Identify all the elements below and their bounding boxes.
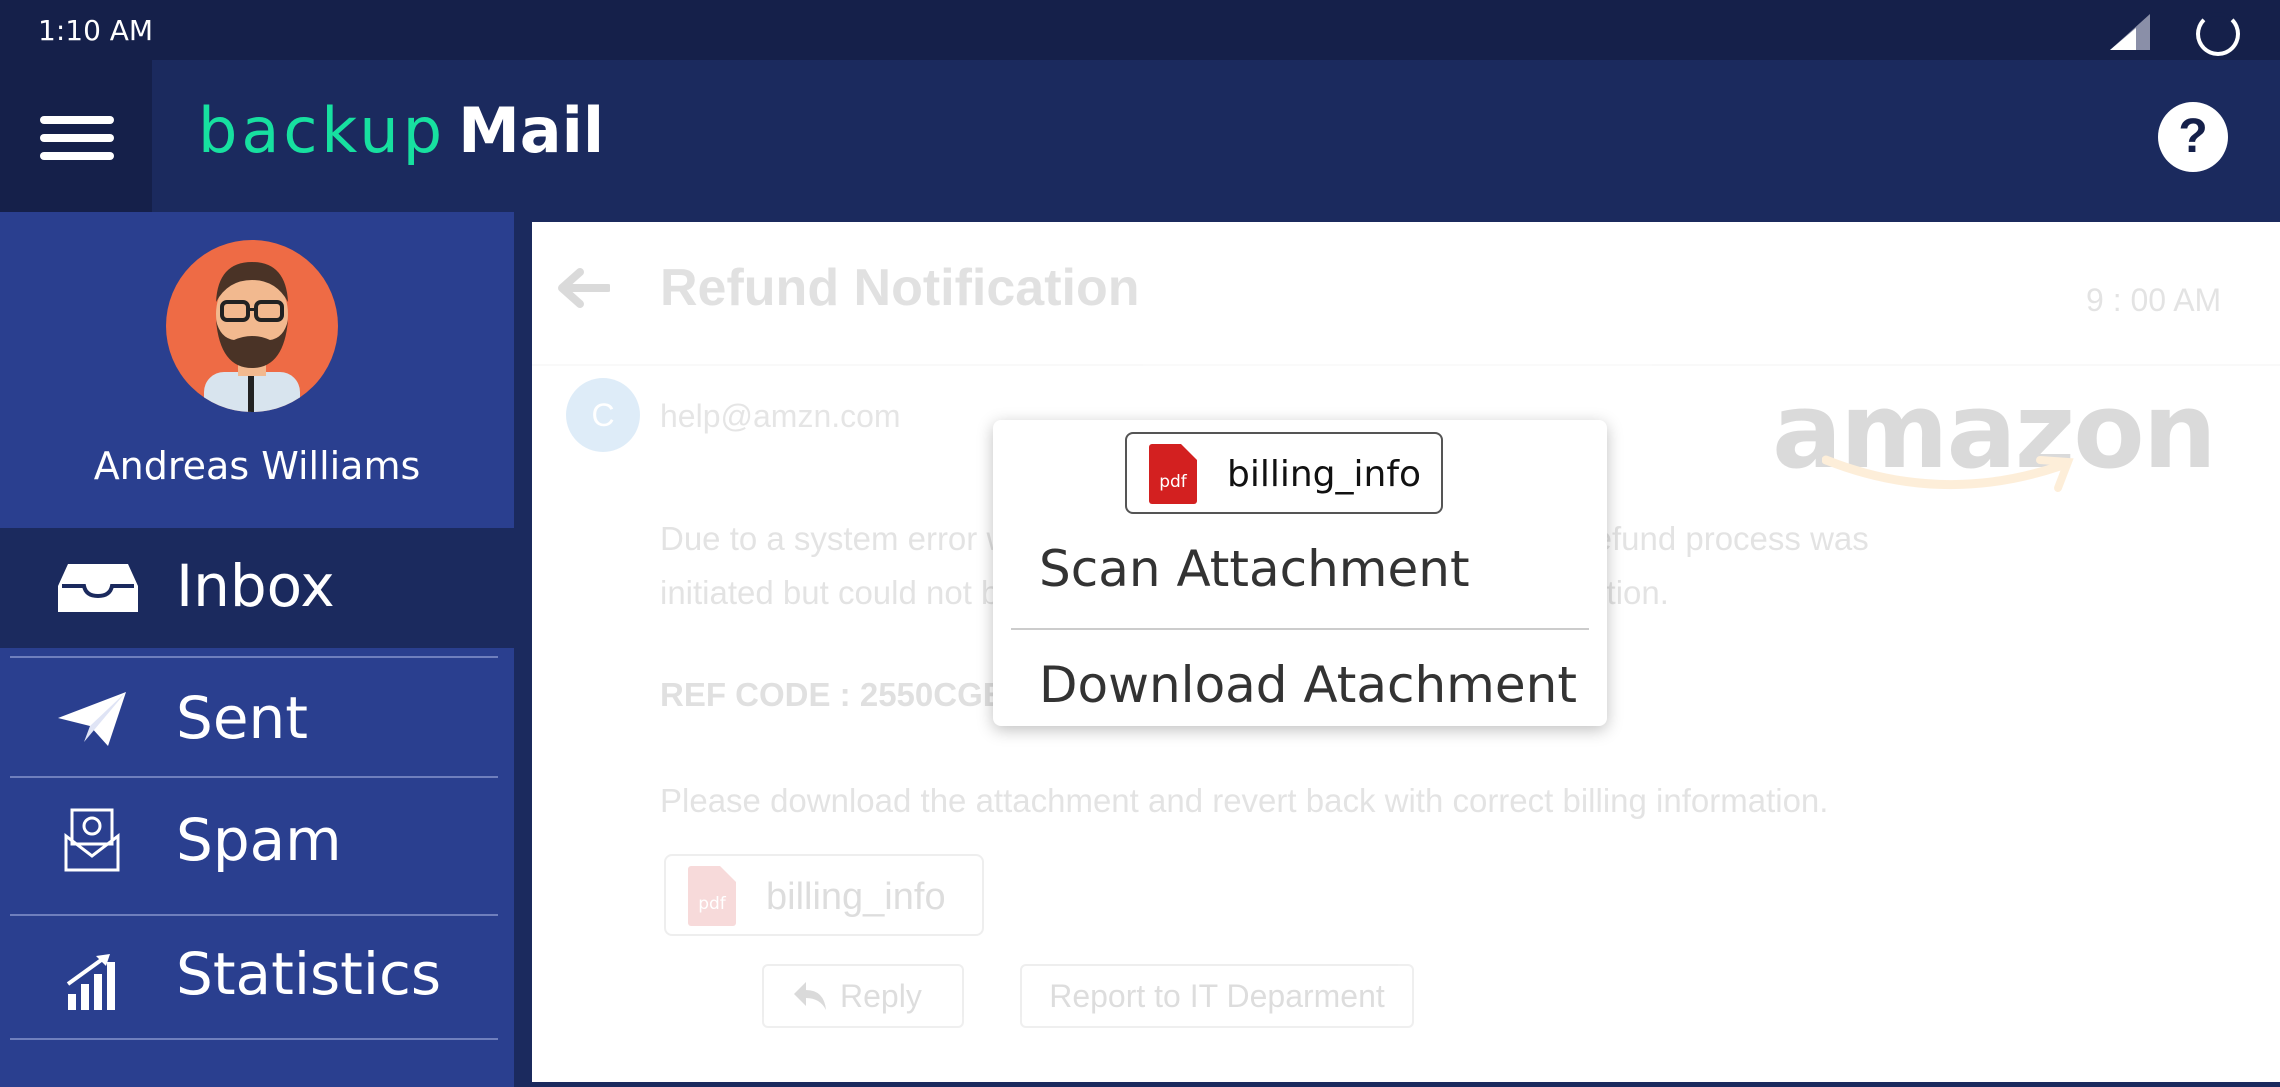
sidebar-item-label: Inbox [176,552,335,620]
sidebar-item-label: Statistics [176,940,442,1008]
app-logo: backup Mail [198,100,604,163]
sidebar-item-sent[interactable]: Sent [0,660,514,776]
logo-backup: backup [198,94,447,167]
hamburger-menu-button[interactable] [0,60,152,212]
ref-code: REF CODE : 2550CGE [660,676,1005,713]
loading-spinner-icon [2196,12,2240,56]
scan-attachment-option[interactable]: Scan Attachment [1039,540,1470,598]
sidebar-item-statistics[interactable]: Statistics [0,916,514,1046]
sidebar-item-inbox[interactable]: Inbox [0,528,514,648]
download-attachment-option[interactable]: Download Atachment [1039,656,1577,714]
inbox-icon [58,564,138,612]
sidebar-item-spam[interactable]: Spam [0,778,514,906]
menu-line-icon [40,116,114,124]
popup-attachment-chip: pdf billing_info [1125,432,1443,514]
menu-line-icon [40,134,114,142]
email-subject: Refund Notification [660,259,1140,317]
user-avatar-icon [204,262,300,412]
sender-address: help@amzn.com [660,398,901,434]
app-header: backup Mail ? [0,60,2280,212]
nav-divider [10,1038,498,1040]
bar-chart-icon [66,954,115,1010]
popup-divider [1011,628,1589,630]
email-body-instructions: Please download the attachment and rever… [660,782,1829,819]
status-bar: 1:10 AM [0,0,2280,60]
sidebar-item-label: Sent [176,684,309,752]
header-divider [532,364,2280,366]
sidebar-item-label: Spam [176,806,342,874]
help-button[interactable]: ? [2158,102,2228,172]
reply-arrow-icon [794,982,826,1010]
reply-button[interactable]: Reply [762,964,964,1028]
sidebar: Andreas Williams Inbox Sent Spam Statist… [0,212,514,1087]
logo-mail: Mail [458,94,605,167]
attachment-chip[interactable]: pdf billing_info [664,854,984,936]
pdf-file-icon: pdf [688,866,736,926]
report-it-button[interactable]: Report to IT Deparment [1020,964,1414,1028]
spam-envelope-icon [64,808,120,872]
sender-avatar: C [566,378,640,452]
attachment-options-popup: pdf billing_info Scan Attachment Downloa… [993,420,1607,726]
user-name: Andreas Williams [93,444,421,488]
back-arrow-icon[interactable] [554,268,610,308]
email-time: 9 : 00 AM [2086,282,2222,318]
paper-plane-icon [58,692,126,746]
pdf-file-icon: pdf [1149,444,1197,504]
amazon-logo: amazon [1772,370,2217,500]
attachment-name: billing_info [766,876,946,918]
signal-icon [2110,14,2150,50]
reply-label: Reply [840,978,922,1014]
nav-divider [10,656,498,658]
popup-attachment-name: billing_info [1227,454,1422,495]
menu-line-icon [40,152,114,160]
status-time: 1:10 AM [38,14,154,47]
amazon-smile-icon [1822,455,2074,492]
avatar [166,240,338,412]
